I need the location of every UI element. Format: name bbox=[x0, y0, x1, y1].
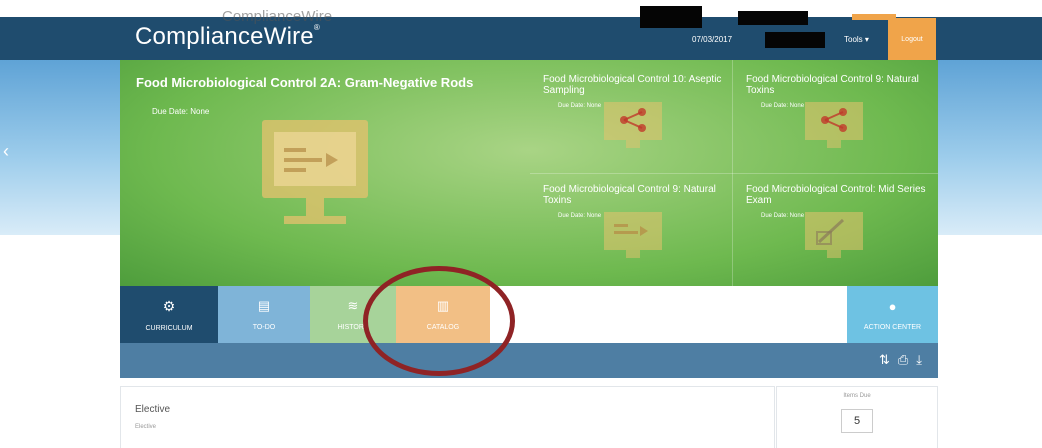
items-due-panel: Items Due 5 bbox=[776, 386, 938, 448]
brand-name: ComplianceWire bbox=[135, 23, 314, 50]
curriculum-card[interactable]: Elective Elective bbox=[120, 386, 775, 448]
redaction-box bbox=[765, 32, 825, 48]
course-tile[interactable]: Food Microbiological Control 9: Natural … bbox=[530, 174, 735, 287]
toolbar-actions: ⇅ ⎙ ⤓ bbox=[879, 352, 922, 368]
redaction-box bbox=[738, 11, 808, 25]
course-title: Food Microbiological Control 2A: Gram-Ne… bbox=[136, 75, 474, 90]
tab-label: TO-DO bbox=[252, 324, 276, 331]
course-title: Food Microbiological Control 9: Natural … bbox=[543, 184, 716, 206]
course-tile[interactable]: Food Microbiological Control 9: Natural … bbox=[733, 60, 938, 173]
section-tabs: ⚙ CURRICULUM ▤ TO-DO ≋ HISTORY ▥ CATALOG… bbox=[120, 286, 938, 343]
tools-menu[interactable]: Tools ▾ bbox=[844, 35, 869, 44]
highlight-circle bbox=[363, 266, 515, 376]
course-due-date: Due Date: None bbox=[152, 107, 210, 116]
share-lesson-icon bbox=[604, 102, 662, 148]
computer-lesson-icon bbox=[604, 212, 662, 258]
tab-action-center[interactable]: ● ACTION CENTER bbox=[847, 286, 938, 343]
computer-lesson-icon bbox=[262, 120, 368, 224]
course-due-date: Due Date: None bbox=[761, 213, 805, 219]
course-due-date: Due Date: None bbox=[558, 213, 602, 219]
history-layers-icon: ≋ bbox=[347, 298, 359, 313]
course-due-date: Due Date: None bbox=[558, 103, 602, 109]
course-tiles: Food Microbiological Control 2A: Gram-Ne… bbox=[120, 60, 938, 286]
tab-curriculum[interactable]: ⚙ CURRICULUM bbox=[120, 286, 218, 343]
current-date: 07/03/2017 bbox=[692, 35, 733, 44]
tab-label: CURRICULUM bbox=[145, 324, 193, 332]
tab-label: ACTION CENTER bbox=[863, 323, 922, 331]
to-do-icon: ▤ bbox=[257, 298, 271, 313]
app-window: ‹ ComplianceWire ComplianceWire® 07/03/2… bbox=[0, 0, 1042, 448]
course-title: Food Microbiological Control 10: Aseptic… bbox=[543, 74, 722, 96]
carousel-prev-icon[interactable]: ‹ bbox=[3, 142, 17, 162]
toolbar: ⇅ ⎙ ⤓ bbox=[120, 343, 938, 378]
course-tile[interactable]: Food Microbiological Control 10: Aseptic… bbox=[530, 60, 735, 173]
share-lesson-icon bbox=[805, 102, 863, 148]
card-subtitle: Elective bbox=[135, 424, 157, 430]
course-tile-main[interactable]: Food Microbiological Control 2A: Gram-Ne… bbox=[120, 60, 528, 286]
logout-button[interactable]: Logout bbox=[888, 18, 936, 60]
items-due-count[interactable]: 5 bbox=[841, 409, 873, 433]
card-title: Elective bbox=[135, 404, 171, 415]
course-title: Food Microbiological Control 9: Natural … bbox=[746, 74, 919, 96]
exam-lesson-icon bbox=[805, 212, 863, 258]
curriculum-icon: ⚙ bbox=[162, 297, 176, 314]
redaction-box bbox=[640, 6, 702, 28]
items-due-label: Items Due bbox=[843, 393, 871, 399]
brand-mark: ® bbox=[313, 23, 320, 32]
download-icon[interactable]: ⤓ bbox=[916, 352, 922, 368]
action-center-icon: ● bbox=[888, 298, 897, 314]
print-icon[interactable]: ⎙ bbox=[898, 352, 908, 368]
course-title: Food Microbiological Control: Mid Series… bbox=[746, 184, 926, 206]
tab-to-do[interactable]: ▤ TO-DO bbox=[218, 286, 310, 343]
sort-icon[interactable]: ⇅ bbox=[879, 352, 890, 368]
course-due-date: Due Date: None bbox=[761, 103, 805, 109]
course-tile[interactable]: Food Microbiological Control: Mid Series… bbox=[733, 174, 938, 287]
brand-logo[interactable]: ComplianceWire® bbox=[135, 23, 320, 51]
